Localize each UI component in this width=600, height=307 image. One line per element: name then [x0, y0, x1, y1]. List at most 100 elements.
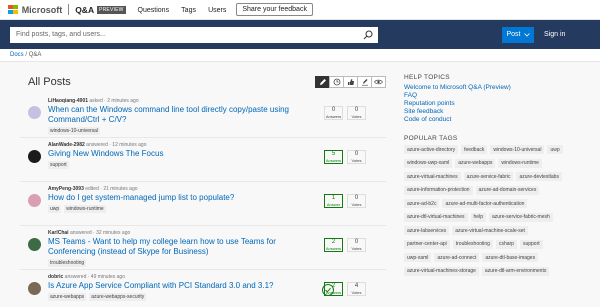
popular-tag[interactable]: azure-dtl-base-images [482, 253, 539, 262]
answers-count-value: 5 [331, 151, 336, 157]
popular-tag[interactable]: partner-center-api [404, 239, 450, 249]
chevron-down-icon [523, 32, 530, 37]
help-link-welcome[interactable]: Welcome to Microsoft Q&A (Preview) [404, 84, 570, 92]
filter-recent[interactable] [329, 76, 344, 88]
popular-tag[interactable]: csharp [495, 239, 517, 249]
post-tag[interactable]: azure-webapps-security [89, 293, 147, 301]
popular-tag[interactable]: uwp [547, 145, 563, 154]
popular-tag[interactable]: uwp-xaml [404, 253, 432, 262]
microsoft-logo-icon[interactable] [8, 4, 18, 15]
popular-tag[interactable]: azure-virtual-machine-scale-set [452, 226, 528, 235]
search-icon[interactable] [363, 30, 373, 40]
popular-tag[interactable]: azure-ad-multi-factor-authentication [442, 199, 528, 208]
nav-questions[interactable]: Questions [138, 7, 170, 14]
post-author[interactable]: KarlChai [48, 230, 69, 236]
popular-tag[interactable]: help [470, 212, 486, 222]
answers-count: 2 Answers [324, 282, 343, 296]
popular-tag[interactable]: azure-information-protection [404, 185, 473, 195]
popular-tag[interactable]: troubleshooting [452, 239, 493, 249]
post-title[interactable]: MS Teams - Want to help my college learn… [48, 237, 304, 257]
post-item: AmyPeng-3093 edited · 21 minutes ago How … [20, 186, 386, 226]
filter-views[interactable] [371, 76, 386, 88]
post-item: dobric answered · 49 minutes ago Is Azure… [20, 274, 386, 307]
post-stats: 2 Answers 4 Votes [320, 282, 366, 296]
popular-tag[interactable]: windows-runtime [498, 158, 542, 168]
popular-tag[interactable]: feedback [461, 145, 488, 154]
post-title[interactable]: When can the Windows command line tool d… [48, 105, 304, 125]
avatar[interactable] [28, 194, 41, 207]
post-tag[interactable]: troubleshooting [48, 259, 87, 267]
popular-tag[interactable]: azure-service-fabric [463, 172, 514, 181]
nav-tags[interactable]: Tags [181, 7, 196, 14]
post-activity: answered · 12 minutes ago [84, 142, 147, 148]
popular-tag[interactable]: azure-service-fabric-mesh [488, 212, 553, 222]
help-link-code-of-conduct[interactable]: Code of conduct [404, 116, 570, 124]
votes-count-value: 0 [354, 151, 359, 157]
popular-tag[interactable]: azure-virtual-machines-storage [404, 266, 479, 276]
post-meta: LiHaoqiang-4901 asked · 2 minutes ago [48, 98, 386, 105]
post-author[interactable]: dobric [48, 274, 63, 280]
popular-tag[interactable]: azure-labservices [404, 226, 450, 235]
answers-count-value: 0 [331, 107, 336, 113]
search-placeholder: Find posts, tags, and users... [16, 31, 106, 38]
popular-tag[interactable]: support [519, 239, 543, 249]
post-tag[interactable]: uwp [48, 205, 62, 213]
search-input[interactable]: Find posts, tags, and users... [10, 26, 378, 43]
post-list: LiHaoqiang-4901 asked · 2 minutes ago Whe… [20, 98, 386, 307]
post-author[interactable]: AmyPeng-3093 [48, 186, 84, 192]
post-tag[interactable]: support [48, 161, 69, 169]
post-author[interactable]: AlanWade-2982 [48, 142, 85, 148]
votes-count-value: 4 [354, 283, 359, 289]
filter-votes[interactable] [343, 76, 358, 88]
popular-tag[interactable]: azure-dtl-virtual-machines [404, 212, 468, 222]
post-tag[interactable]: windows-10-universal [48, 127, 101, 135]
popular-tag[interactable]: azure-active-directory [404, 145, 459, 154]
filter-latest[interactable] [315, 76, 330, 88]
post-item: KarlChai answered · 32 minutes ago MS Tea… [20, 230, 386, 270]
votes-count-value: 0 [354, 195, 359, 201]
votes-count-label: Votes [351, 114, 362, 119]
popular-tag[interactable]: azure-ad-connect [434, 253, 480, 262]
post-title[interactable]: Is Azure App Service Compliant with PCI … [48, 281, 304, 291]
nav-users[interactable]: Users [208, 7, 226, 14]
post-item: LiHaoqiang-4901 asked · 2 minutes ago Whe… [20, 98, 386, 138]
popular-tag[interactable]: azure-devtestlabs [516, 172, 562, 181]
votes-count-label: Votes [351, 246, 362, 251]
post-title[interactable]: How do I get system-managed jump list to… [48, 193, 304, 203]
votes-count-value: 0 [354, 239, 359, 245]
post-tag[interactable]: windows-runtime [64, 205, 106, 213]
popular-tag[interactable]: windows-uwp-xaml [404, 158, 453, 168]
avatar[interactable] [28, 238, 41, 251]
popular-tag[interactable]: azure-dtl-arm-environments [481, 266, 550, 276]
popular-tag[interactable]: azure-virtual-machines [404, 172, 461, 181]
help-link-faq[interactable]: FAQ [404, 92, 570, 100]
breadcrumb-docs[interactable]: Docs [10, 52, 24, 58]
sign-in-link[interactable]: Sign in [544, 31, 565, 38]
post-author[interactable]: LiHaoqiang-4901 [48, 98, 88, 104]
votes-count-label: Votes [351, 290, 362, 295]
popular-tag[interactable]: windows-10-universal [490, 145, 545, 154]
help-link-site-feedback[interactable]: Site feedback [404, 108, 570, 116]
header-divider [68, 4, 70, 15]
share-feedback-button[interactable]: Share your feedback [236, 3, 313, 16]
post-button[interactable]: Post [502, 26, 534, 43]
avatar[interactable] [28, 282, 41, 295]
post-button-label: Post [506, 31, 521, 38]
popular-tag[interactable]: azure-ad-b2c [404, 199, 440, 208]
avatar[interactable] [28, 106, 41, 119]
post-stats: 1 Answer 0 Votes [320, 194, 366, 208]
post-tag[interactable]: azure-webapps [48, 293, 87, 301]
help-link-reputation[interactable]: Reputation points [404, 100, 570, 108]
popular-tag[interactable]: azure-webapps [455, 158, 496, 168]
answers-count-label: Answers [325, 290, 342, 295]
avatar[interactable] [28, 150, 41, 163]
filter-answers[interactable] [357, 76, 372, 88]
votes-count: 4 Votes [347, 282, 366, 296]
brand-name[interactable]: Microsoft [22, 5, 63, 15]
sidebar: HELP TOPICS Welcome to Microsoft Q&A (Pr… [404, 62, 570, 307]
help-topics-heading: HELP TOPICS [404, 74, 450, 81]
post-title[interactable]: Giving New Windows The Focus [48, 149, 304, 159]
post-activity: answered · 49 minutes ago [63, 274, 125, 280]
product-name[interactable]: Q&A [75, 5, 94, 15]
popular-tag[interactable]: azure-ad-domain-services [475, 185, 540, 195]
